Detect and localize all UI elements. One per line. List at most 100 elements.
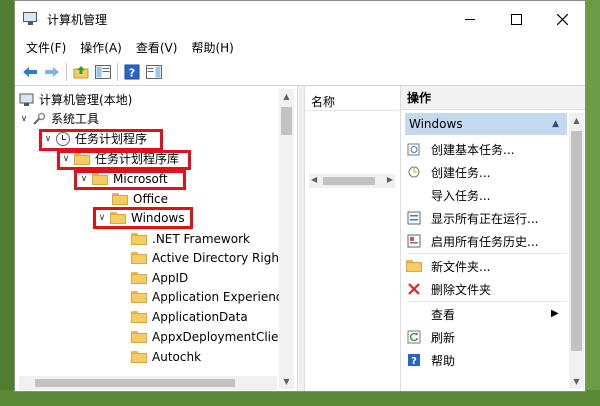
menu-action[interactable]: 操作(A) [73,37,129,59]
menu-view[interactable]: 查看(V) [129,37,185,59]
tree-item-label: Active Directory Rights [152,250,290,265]
toolbar-separator [66,63,67,81]
actions-vscrollbar-thumb[interactable] [571,131,582,351]
results-hscrollbar[interactable]: ◀ ▶ [309,174,395,188]
desktop-background-right [586,0,600,406]
action-label: 创建任务... [431,165,491,180]
title-bar[interactable]: 计算机管理 [15,1,585,37]
desktop-background-left [0,0,14,406]
import-task-icon [407,188,421,202]
tree-item-autochk[interactable]: Autochk [131,347,201,366]
computer-icon [19,93,34,106]
tree-item-active-directory-rights[interactable]: Active Directory Rights [131,248,290,267]
tree-item-label: Application Experience [152,289,290,304]
results-hscrollbar-thumb[interactable] [323,177,375,185]
action-label: 导入任务... [431,188,491,203]
action-view[interactable]: 查看 [407,303,455,325]
action-label: 显示所有正在运行... [431,211,539,226]
computer-management-icon [23,11,39,27]
action-display-running-tasks[interactable]: 显示所有正在运行... [407,207,538,229]
toolbar: ? [15,59,585,86]
help-button[interactable]: ? [121,61,143,83]
help-icon: ? [407,353,421,367]
folder-icon [131,251,147,264]
toolbar-separator [117,63,118,81]
action-new-folder[interactable]: 新文件夹... [406,255,491,277]
action-help[interactable]: ? 帮助 [407,349,455,371]
computer-management-window: 计算机管理 文件(F) 操作(A) 查看(V) 帮助(H) ? 计算机管理(本地… [14,0,586,392]
folder-icon [131,310,147,323]
pane-splitter[interactable] [297,86,305,391]
tree-item-applicationdata[interactable]: ApplicationData [131,307,248,326]
close-button[interactable] [539,1,585,37]
tree-item-label: 系统工具 [51,112,100,126]
svg-text:?: ? [129,67,135,80]
highlight-task-scheduler [39,129,163,151]
show-action-pane-button[interactable] [143,61,165,83]
highlight-task-library [57,150,191,170]
scroll-up-icon[interactable]: ▲ [569,113,584,128]
folder-icon [112,192,128,205]
close-icon [556,13,568,25]
highlight-windows [93,207,193,229]
tree-item-label: .NET Framework [152,231,250,246]
actions-section-windows[interactable]: Windows ▲ [405,113,567,135]
scroll-up-icon[interactable]: ▲ [279,89,294,104]
action-label: 新文件夹... [431,259,491,274]
actions-vscrollbar[interactable]: ▲ ▼ [569,113,584,389]
folder-icon [131,271,147,284]
tree-vscrollbar[interactable]: ▲ ▼ [279,89,294,389]
action-label: 删除文件夹 [431,282,492,297]
menu-help[interactable]: 帮助(H) [184,37,240,59]
up-folder-icon [73,66,89,79]
tree-item-dotnet-framework[interactable]: .NET Framework [131,229,250,248]
action-enable-task-history[interactable]: 启用所有任务历史... [407,230,538,252]
minimize-button[interactable] [447,1,493,37]
tree-item-root[interactable]: 计算机管理(本地) [19,90,132,109]
refresh-icon [407,330,421,344]
tree-item-appid[interactable]: AppID [131,268,188,287]
menu-bar: 文件(F) 操作(A) 查看(V) 帮助(H) [15,37,585,59]
create-basic-task-icon [407,142,421,156]
new-folder-icon [406,259,422,273]
svg-text:?: ? [411,356,417,367]
action-label: 启用所有任务历史... [431,234,539,249]
create-task-icon [407,165,421,179]
tree-hscrollbar[interactable] [19,376,277,390]
maximize-button[interactable] [493,1,539,37]
section-label: Windows [409,117,463,131]
tree-item-label: ApplicationData [152,309,248,324]
view-icon [407,307,421,321]
scroll-right-icon[interactable]: ▶ [387,175,393,184]
action-label: 刷新 [431,330,456,345]
action-create-basic-task[interactable]: 创建基本任务... [407,138,514,160]
scroll-left-icon[interactable]: ◀ [311,175,317,184]
forward-button[interactable] [41,61,63,83]
menu-file[interactable]: 文件(F) [19,37,73,59]
tree-item-application-experience[interactable]: Application Experience [131,287,290,306]
show-tree-button[interactable] [92,61,114,83]
collapse-chevron-icon[interactable]: ∨ [19,114,29,124]
column-header-name[interactable]: 名称 [305,90,399,111]
tree-item-system-tools[interactable]: ∨ 系统工具 [19,109,99,128]
folder-icon [131,330,147,343]
action-delete-folder[interactable]: 删除文件夹 [407,278,491,300]
folder-icon [131,232,147,245]
back-arrow-icon [23,67,37,77]
up-folder-button[interactable] [70,61,92,83]
actions-header: 操作 [401,86,585,110]
tree-hscrollbar-thumb[interactable] [35,379,235,387]
scroll-down-icon[interactable]: ▼ [569,374,584,389]
highlight-microsoft [74,170,186,190]
collapse-caret-icon[interactable]: ▲ [552,113,559,135]
back-button[interactable] [19,61,41,83]
tree-item-label: AppID [152,270,189,285]
action-create-task[interactable]: 创建任务... [407,161,490,183]
task-history-icon [407,234,421,248]
scroll-down-icon[interactable]: ▼ [279,374,294,389]
action-import-task[interactable]: 导入任务... [407,184,490,206]
tree-item-office[interactable]: Office [112,189,168,208]
tree-item-appxdeploymentclient[interactable]: AppxDeploymentClien [131,327,286,346]
action-refresh[interactable]: 刷新 [407,326,455,348]
tree-vscrollbar-thumb[interactable] [281,107,292,135]
